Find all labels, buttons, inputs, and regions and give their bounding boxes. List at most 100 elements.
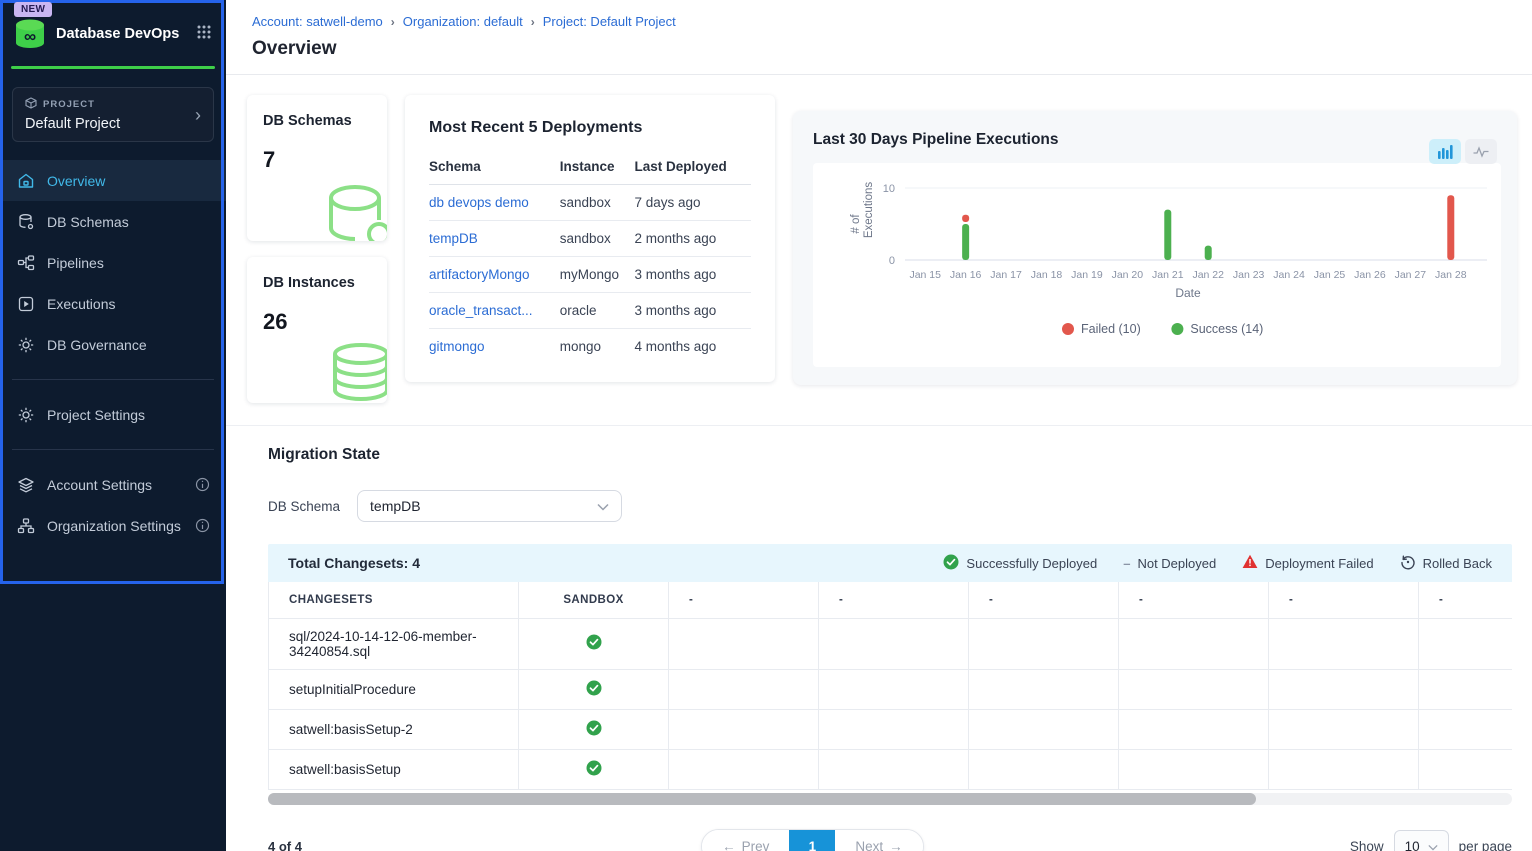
svg-text:Jan 22: Jan 22 <box>1192 269 1224 281</box>
svg-text:Jan 27: Jan 27 <box>1395 269 1427 281</box>
database-outline-icon <box>323 182 387 241</box>
svg-text:Jan 26: Jan 26 <box>1354 269 1386 281</box>
svg-text:Jan 20: Jan 20 <box>1112 269 1144 281</box>
sidebar-item-label: Pipelines <box>47 255 104 271</box>
sidebar-item-label: DB Governance <box>47 337 147 353</box>
sidebar-item-executions[interactable]: Executions <box>0 283 226 324</box>
page-size-select[interactable]: 10 <box>1394 830 1449 851</box>
instance-cell: sandbox <box>560 221 635 257</box>
breadcrumb-organization[interactable]: Organization: default <box>403 14 523 29</box>
check-circle-icon <box>586 764 602 779</box>
table-row: satwell:basisSetup <box>269 749 1513 789</box>
prev-button[interactable]: ← Prev <box>702 830 789 851</box>
sidebar-item-project-settings[interactable]: Project Settings <box>0 394 226 435</box>
sidebar-item-label: Organization Settings <box>47 518 181 534</box>
page-1-button[interactable]: 1 <box>789 830 835 851</box>
deploy-col-instance: Instance <box>560 151 635 185</box>
sidebar-divider <box>12 449 214 450</box>
instance-cell: oracle <box>560 293 635 329</box>
sidebar-item-label: Overview <box>47 173 105 189</box>
db-schema-select[interactable]: tempDB <box>357 490 622 522</box>
recent-deployments-card: Most Recent 5 Deployments Schema Instanc… <box>405 95 775 382</box>
sidebar-item-account-settings[interactable]: Account Settings <box>0 464 226 505</box>
legend-not-deployed: – Not Deployed <box>1123 556 1216 571</box>
svg-text:Jan 25: Jan 25 <box>1314 269 1346 281</box>
last-deployed-cell: 2 months ago <box>635 221 751 257</box>
migration-title: Migration State <box>268 446 1512 464</box>
col-placeholder: - <box>1269 582 1419 618</box>
app-grid-icon[interactable] <box>196 24 212 45</box>
changeset-name: satwell:basisSetup <box>269 749 519 789</box>
col-sandbox: SANDBOX <box>519 582 669 618</box>
last-deployed-cell: 7 days ago <box>635 185 751 221</box>
dash-icon: – <box>1123 556 1130 571</box>
schema-link[interactable]: oracle_transact... <box>429 303 533 318</box>
table-row: oracle_transact... oracle 3 months ago <box>429 293 751 329</box>
stat-title: DB Instances <box>263 275 371 291</box>
next-button[interactable]: Next → <box>835 830 922 851</box>
bar-chart-toggle-icon[interactable] <box>1429 139 1461 164</box>
check-circle-icon <box>943 554 959 573</box>
scrollbar-thumb[interactable] <box>268 793 1256 805</box>
svg-text:Jan 28: Jan 28 <box>1435 269 1467 281</box>
sidebar-item-label: Project Settings <box>47 407 145 423</box>
sidebar: NEW ∞ Database DevOps <box>0 0 226 851</box>
org-chart-icon <box>16 516 35 535</box>
horizontal-scrollbar[interactable] <box>268 793 1512 805</box>
migration-state-section: Migration State DB Schema tempDB Total C… <box>226 426 1532 851</box>
db-schema-label: DB Schema <box>268 499 340 514</box>
new-badge: NEW <box>14 2 52 17</box>
sidebar-item-organization-settings[interactable]: Organization Settings <box>0 505 226 546</box>
svg-text:Jan 15: Jan 15 <box>909 269 941 281</box>
database-stack-icon <box>323 342 387 403</box>
play-square-icon <box>16 294 35 313</box>
sidebar-item-pipelines[interactable]: Pipelines <box>0 242 226 283</box>
svg-text:Jan 17: Jan 17 <box>990 269 1022 281</box>
pipeline-chart-svg: 010# ofExecutionsJan 15Jan 16Jan 17Jan 1… <box>813 163 1499 367</box>
col-placeholder: - <box>969 582 1119 618</box>
col-changesets: CHANGESETS <box>269 582 519 618</box>
info-icon[interactable] <box>195 477 210 492</box>
page-title: Overview <box>252 38 1506 60</box>
app-title: Database DevOps <box>56 26 196 42</box>
changeset-name: setupInitialProcedure <box>269 669 519 709</box>
row-count: 4 of 4 <box>268 839 488 851</box>
main-content: Account: satwell-demo › Organization: de… <box>226 0 1532 851</box>
table-row: db devops demo sandbox 7 days ago <box>429 185 751 221</box>
per-page-label: per page <box>1459 839 1512 851</box>
breadcrumb-account[interactable]: Account: satwell-demo <box>252 14 383 29</box>
schema-link[interactable]: tempDB <box>429 231 478 246</box>
database-icon <box>16 212 35 231</box>
sidebar-accent-rule <box>11 66 215 69</box>
breadcrumb-project[interactable]: Project: Default Project <box>543 14 676 29</box>
schema-link[interactable]: gitmongo <box>429 339 485 354</box>
sidebar-divider <box>12 379 214 380</box>
sidebar-item-overview[interactable]: Overview <box>0 160 226 201</box>
rollback-icon <box>1400 554 1416 573</box>
sidebar-item-db-governance[interactable]: DB Governance <box>0 324 226 365</box>
deploy-col-schema: Schema <box>429 151 560 185</box>
db-schemas-card: DB Schemas 7 <box>247 95 387 241</box>
schema-link[interactable]: artifactoryMongo <box>429 267 530 282</box>
check-circle-icon <box>586 638 602 653</box>
project-selector[interactable]: PROJECT Default Project › <box>12 87 214 142</box>
table-row: setupInitialProcedure <box>269 669 1513 709</box>
last-deployed-cell: 3 months ago <box>635 293 751 329</box>
legend-rolled-back: Rolled Back <box>1400 554 1492 573</box>
last-deployed-cell: 3 months ago <box>635 257 751 293</box>
changeset-name: sql/2024-10-14-12-06-member-34240854.sql <box>269 618 519 669</box>
schema-link[interactable]: db devops demo <box>429 195 529 210</box>
col-placeholder: - <box>819 582 969 618</box>
db-instances-card: DB Instances 26 <box>247 257 387 403</box>
info-icon[interactable] <box>195 518 210 533</box>
pipeline-icon <box>16 253 35 272</box>
line-chart-toggle-icon[interactable] <box>1465 139 1497 164</box>
sidebar-item-label: DB Schemas <box>47 214 129 230</box>
col-placeholder: - <box>669 582 819 618</box>
svg-text:# ofExecutions: # ofExecutions <box>850 182 875 239</box>
sidebar-item-db-schemas[interactable]: DB Schemas <box>0 201 226 242</box>
project-label: PROJECT <box>43 99 95 110</box>
pipeline-chart-plot: 010# ofExecutionsJan 15Jan 16Jan 17Jan 1… <box>813 163 1501 367</box>
changeset-name: satwell:basisSetup-2 <box>269 709 519 749</box>
deployments-title: Most Recent 5 Deployments <box>429 119 751 137</box>
